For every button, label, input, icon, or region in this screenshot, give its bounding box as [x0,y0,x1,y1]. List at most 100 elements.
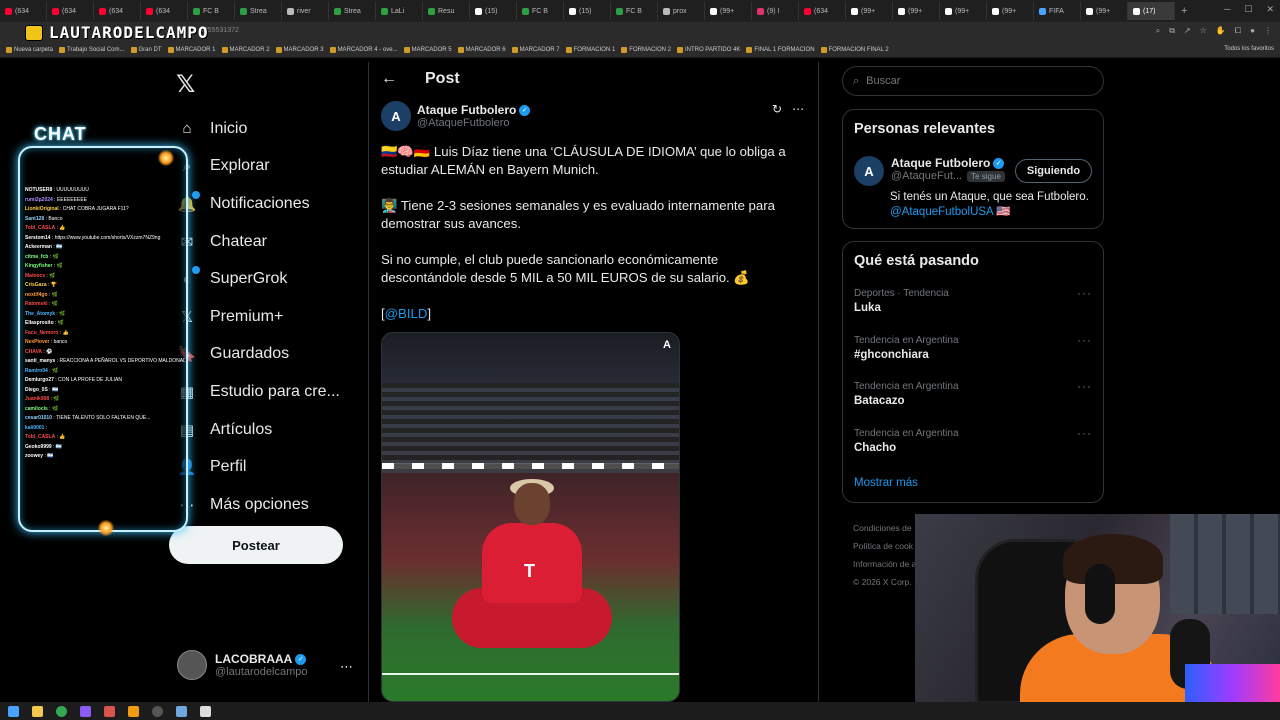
nav-item-more-options[interactable]: ⋯Más opciones [178,486,340,524]
bookmark-item[interactable]: MARCADOR 4 - ove... [329,46,398,53]
browser-tab[interactable]: LaLi [376,2,423,20]
trend-more-icon[interactable]: ··· [1077,286,1092,300]
nav-item-search[interactable]: ⌕Explorar [178,148,340,186]
bookmark-item[interactable]: MARCADOR 6 [457,46,506,53]
share-icon[interactable]: ↗ [1184,26,1191,36]
browser-tab[interactable]: FIFA [1034,2,1081,20]
nav-item-grok[interactable]: ◐SuperGrok [178,260,340,298]
relevant-handle[interactable]: @AtaqueFut... [891,170,962,182]
trend-item[interactable]: Tendencia en Argentina Batacazo ··· [854,379,1094,407]
maximize-icon[interactable]: ☐ [1244,4,1252,15]
author-avatar[interactable]: A [381,101,411,131]
start-icon[interactable] [8,705,19,717]
mention-link[interactable]: @BILD [385,306,428,321]
show-more-link[interactable]: Mostrar más [854,477,918,489]
minimize-icon[interactable]: ─ [1224,4,1230,15]
browser-tab[interactable]: (99+ [940,2,987,20]
nav-item-mail[interactable]: ✉Chatear [178,223,340,261]
browser-tab[interactable]: (634 [799,2,846,20]
browser-tab[interactable]: Strea [235,2,282,20]
post-button[interactable]: Postear [169,526,343,564]
install-icon[interactable]: ⧉ [1169,26,1175,36]
star-icon[interactable]: ☆ [1200,26,1207,36]
browser-tab[interactable]: (99+ [846,2,893,20]
browser-tab[interactable]: (634 [141,2,188,20]
nav-item-x-premium[interactable]: 𝕏Premium+ [178,298,340,336]
post-image[interactable]: T A [381,332,680,702]
browser-tab[interactable]: river [282,2,329,20]
bookmark-item[interactable]: Gran DT [130,46,162,53]
profile-avatar-icon[interactable]: ● [1250,26,1255,36]
browser-tab[interactable]: (15) [564,2,611,20]
bookmark-item[interactable]: Trabajo Social Com... [59,46,125,53]
browser-tab[interactable]: Strea [329,2,376,20]
browser-tab[interactable]: (15) [470,2,517,20]
footer-link[interactable]: Política de cook [853,537,916,555]
trend-more-icon[interactable]: ··· [1077,379,1092,393]
zoom-icon[interactable]: ⌕ [1156,26,1160,36]
browser-tab[interactable]: FC B [611,2,658,20]
bio-link[interactable]: @AtaqueFutbolUSA 🇺🇸 [890,205,1100,220]
browser-tab[interactable]: (634 [94,2,141,20]
relevant-person[interactable]: A Ataque Futbolero ✓ @AtaqueFut... Te sigu… [854,156,1005,186]
browser-tab[interactable]: FC B [517,2,564,20]
nav-item-home[interactable]: ⌂ Inicio [178,110,340,148]
obs-icon[interactable] [152,705,163,717]
browser-tab[interactable]: (99+ [893,2,940,20]
app-icon[interactable] [104,705,115,717]
bookmark-item[interactable]: MARCADOR 7 [511,46,560,53]
relevant-name[interactable]: Ataque Futbolero [891,156,990,170]
browser-tab[interactable]: (99+ [987,2,1034,20]
close-window-icon[interactable]: ✕ [1266,4,1274,15]
author-handle[interactable]: @AtaqueFutbolero [417,117,530,129]
bookmark-item[interactable]: FINAL 1 FORMACION [746,46,815,53]
trend-more-icon[interactable]: ··· [1077,333,1092,347]
bookmark-item[interactable]: FORMACION FINAL 2 [820,46,889,53]
following-button[interactable]: Siguiendo [1015,159,1092,183]
bookmark-item[interactable]: MARCADOR 3 [275,46,324,53]
trend-item[interactable]: Tendencia en Argentina #ghconchiara ··· [854,333,1094,361]
search-input[interactable] [866,75,1067,87]
trend-item[interactable]: Tendencia en Argentina Chacho ··· [854,426,1094,454]
bookmark-item[interactable]: INTRO PARTIDO 4K [676,46,740,53]
grok-explain-icon[interactable]: ↻ [772,102,782,116]
footer-link[interactable]: Condiciones de [853,519,916,537]
post-author[interactable]: A Ataque Futbolero ✓ @AtaqueFutbolero [381,101,531,131]
app-icon[interactable] [200,705,211,717]
browser-tab[interactable]: (634 [47,2,94,20]
browser-tab[interactable]: prox [658,2,705,20]
bookmark-item[interactable]: FORMACION 2 [621,46,671,53]
app-icon[interactable] [80,705,91,717]
account-switcher[interactable]: LACOBRAAA ✓ @lautarodelcampo [177,650,308,680]
nav-item-article[interactable]: ▤Artículos [178,411,340,449]
puzzle-icon[interactable]: ⧠ [1235,26,1241,36]
bookmark-item[interactable]: MARCADOR 5 [403,46,452,53]
nav-item-creator-studio[interactable]: ▦Estudio para cre... [178,373,340,411]
more-icon[interactable]: ⋯ [792,102,804,116]
file-explorer-icon[interactable] [32,705,43,717]
bookmark-item[interactable]: FORMACION 1 [565,46,615,53]
all-bookmarks[interactable]: Todos los favoritos [1224,46,1274,52]
browser-tab[interactable]: (99+ [705,2,752,20]
account-more-icon[interactable]: ⋯ [340,659,353,675]
browser-tab[interactable]: (17) [1128,2,1175,20]
nav-item-bell[interactable]: 🔔Notificaciones [178,185,340,223]
browser-tab[interactable]: (9) I [752,2,799,20]
footer-link[interactable]: Información de a [853,555,916,573]
trend-more-icon[interactable]: ··· [1077,426,1092,440]
browser-tab[interactable]: FC B [188,2,235,20]
new-tab-icon[interactable]: + [1175,5,1193,17]
x-logo-icon[interactable]: 𝕏 [176,70,195,99]
back-arrow-icon[interactable]: ← [381,70,397,88]
bookmark-item[interactable]: MARCADOR 1 [167,46,216,53]
app-icon[interactable] [176,705,187,717]
browser-tab[interactable]: Resu [423,2,470,20]
app-icon[interactable] [128,705,139,717]
chrome-icon[interactable] [56,705,67,717]
author-name[interactable]: Ataque Futbolero [417,103,516,117]
nav-item-bookmark[interactable]: 🔖Guardados [178,336,340,374]
extension-icon[interactable]: ✋ [1216,26,1226,36]
search-box[interactable]: ⌕ [842,66,1104,96]
bookmark-item[interactable]: MARCADOR 2 [221,46,270,53]
avatar[interactable]: A [854,156,884,186]
